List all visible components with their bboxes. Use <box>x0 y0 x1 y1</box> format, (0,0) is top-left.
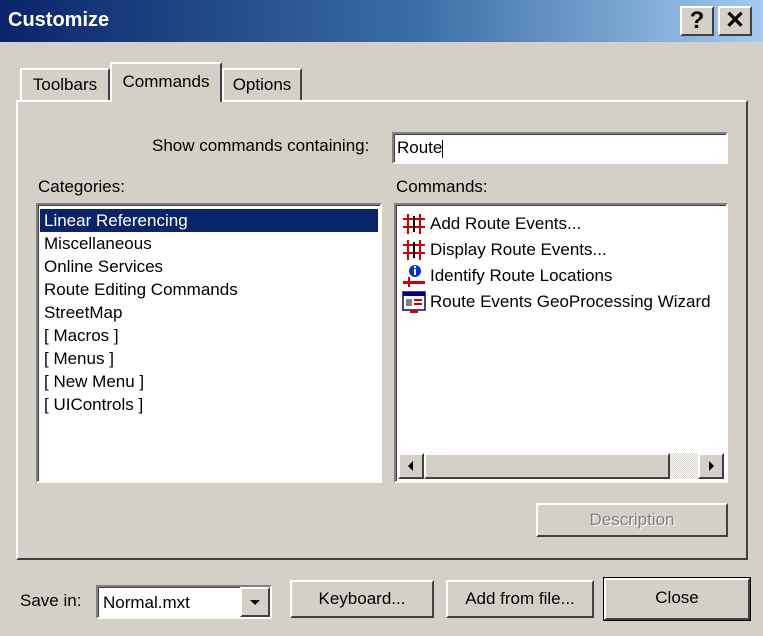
command-item-route-events-geoprocessing-wizard[interactable]: Route Events GeoProcessing Wizard <box>398 289 726 315</box>
add-from-file-button[interactable]: Add from file... <box>446 580 594 618</box>
scroll-track[interactable] <box>670 453 698 479</box>
category-item-online-services[interactable]: Online Services <box>40 255 378 278</box>
scroll-left-button[interactable] <box>398 453 424 479</box>
route-events-icon <box>403 240 425 260</box>
geoprocessing-wizard-icon <box>402 291 426 313</box>
category-item-streetmap[interactable]: StreetMap <box>40 301 378 324</box>
search-input[interactable]: Route <box>392 132 728 164</box>
commands-label: Commands: <box>396 177 488 196</box>
save-in-dropdown-button[interactable] <box>240 587 270 617</box>
chevron-down-icon <box>250 600 260 605</box>
command-item-display-route-events[interactable]: Display Route Events... <box>398 237 726 263</box>
save-in-select[interactable]: Normal.mxt <box>96 585 272 619</box>
keyboard-button[interactable]: Keyboard... <box>290 580 434 618</box>
horizontal-scrollbar[interactable] <box>398 453 724 479</box>
save-in-value: Normal.mxt <box>103 593 190 612</box>
command-item-identify-route-locations[interactable]: Identify Route Locations <box>398 263 726 289</box>
tab-toolbars[interactable]: Toolbars <box>20 68 110 100</box>
command-item-label: Add Route Events... <box>430 214 582 233</box>
identify-route-icon <box>403 265 425 287</box>
category-item-route-editing-commands[interactable]: Route Editing Commands <box>40 278 378 301</box>
tab-commands[interactable]: Commands <box>110 62 222 102</box>
category-item-menus[interactable]: [ Menus ] <box>40 347 378 370</box>
category-item-uicontrols[interactable]: [ UIControls ] <box>40 393 378 416</box>
title-bar: Customize ? ✕ <box>0 0 763 42</box>
category-item-macros[interactable]: [ Macros ] <box>40 324 378 347</box>
route-events-icon <box>403 214 425 234</box>
save-in-label: Save in: <box>20 591 82 610</box>
command-item-add-route-events[interactable]: Add Route Events... <box>398 211 726 237</box>
category-item-miscellaneous[interactable]: Miscellaneous <box>40 232 378 255</box>
category-item-new-menu[interactable]: [ New Menu ] <box>40 370 378 393</box>
search-input-value: Route <box>397 138 443 157</box>
command-item-label: Route Events GeoProcessing Wizard <box>430 292 711 311</box>
commands-list[interactable]: Add Route Events... Display Route Events… <box>394 203 728 483</box>
command-item-label: Identify Route Locations <box>430 266 613 285</box>
categories-list[interactable]: Linear Referencing Miscellaneous Online … <box>36 203 382 483</box>
help-button[interactable]: ? <box>680 6 714 36</box>
description-button[interactable]: Description <box>536 503 728 537</box>
command-item-label: Display Route Events... <box>430 240 607 259</box>
close-window-button[interactable]: ✕ <box>718 6 752 36</box>
search-label: Show commands containing: <box>152 136 370 155</box>
scroll-thumb[interactable] <box>424 453 670 479</box>
window-title: Customize <box>8 9 110 31</box>
arrow-left-icon <box>408 461 413 471</box>
arrow-right-icon <box>709 461 714 471</box>
tab-options[interactable]: Options <box>222 68 302 100</box>
close-button[interactable]: Close <box>603 577 751 621</box>
category-item-linear-referencing[interactable]: Linear Referencing <box>40 209 378 232</box>
categories-label: Categories: <box>38 177 125 196</box>
scroll-right-button[interactable] <box>698 453 724 479</box>
